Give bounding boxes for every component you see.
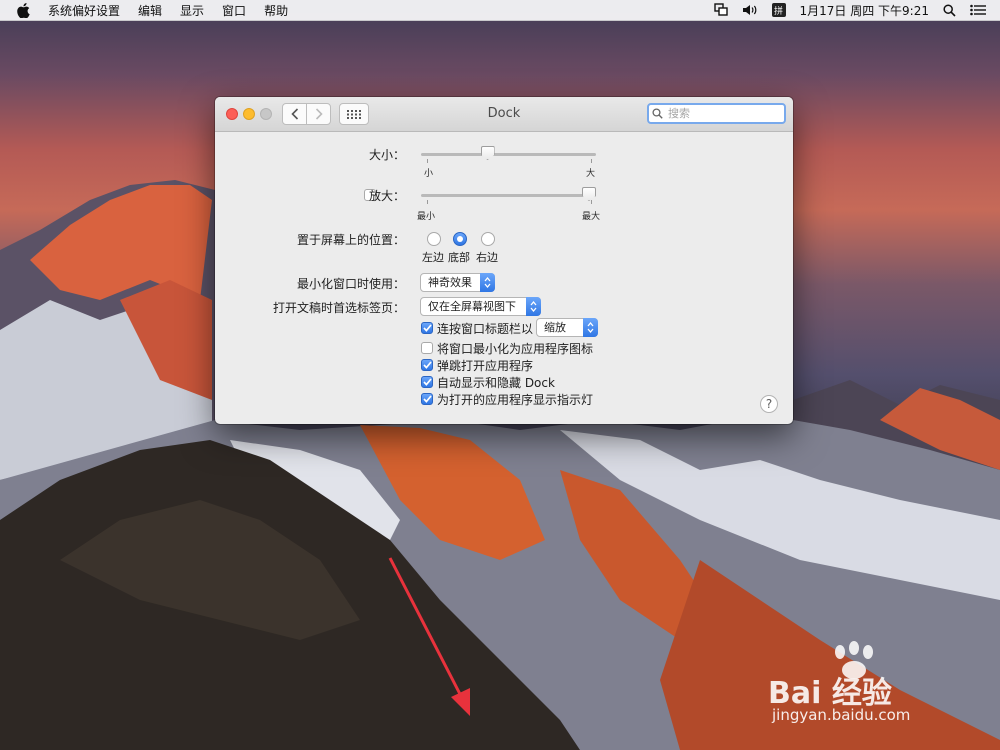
updown-arrows-icon <box>583 318 598 337</box>
show-indicators-checkbox[interactable] <box>421 393 433 405</box>
magnification-tick-max <box>591 200 592 204</box>
apple-menu-icon[interactable] <box>14 1 32 19</box>
menu-edit[interactable]: 编辑 <box>138 2 162 19</box>
size-max-label: 大 <box>586 169 596 179</box>
back-button[interactable] <box>282 103 307 125</box>
minimize-button[interactable] <box>243 108 255 120</box>
menu-help[interactable]: 帮助 <box>264 2 288 19</box>
spotlight-search-icon[interactable] <box>943 3 956 17</box>
close-button[interactable] <box>226 108 238 120</box>
dock-preferences-window: Dock 大小： 小 大 放大： 最小 最大 置于屏幕上的位置： 左边 底部 <box>215 97 793 424</box>
position-label: 置于屏幕上的位置： <box>296 233 405 247</box>
position-right-radio[interactable] <box>481 232 495 246</box>
show-indicators-label: 为打开的应用程序显示指示灯 <box>437 393 594 407</box>
input-method-badge[interactable]: 拼 <box>771 3 786 17</box>
watermark-url: jingyan.baidu.com <box>772 706 911 724</box>
forward-button[interactable] <box>306 103 331 125</box>
preferences-pane: 大小： 小 大 放大： 最小 最大 置于屏幕上的位置： 左边 底部 右边 最小化… <box>215 132 793 424</box>
updown-arrows-icon <box>526 297 541 316</box>
position-bottom-label: 底部 <box>448 251 470 264</box>
menu-window[interactable]: 窗口 <box>222 2 246 19</box>
chevron-right-icon <box>315 108 323 120</box>
position-right-label: 右边 <box>476 251 498 264</box>
menu-view[interactable]: 显示 <box>180 2 204 19</box>
search-field[interactable] <box>647 103 786 124</box>
magnification-label: 放大： <box>368 189 405 203</box>
position-left-label: 左边 <box>422 251 444 264</box>
menu-datetime[interactable]: 1月17日 周四 下午9:21 <box>800 2 929 19</box>
menu-app-name[interactable]: 系统偏好设置 <box>48 2 120 19</box>
autohide-dock-label: 自动显示和隐藏 Dock <box>437 376 555 390</box>
double-click-label: 连按窗口标题栏以 <box>437 322 534 336</box>
size-slider-track[interactable] <box>421 153 596 156</box>
double-click-action-value: 缩放 <box>544 321 566 334</box>
prefer-tabs-popup[interactable]: 仅在全屏幕视图下 <box>420 297 541 316</box>
updown-arrows-icon <box>480 273 495 292</box>
double-click-action-popup[interactable]: 缩放 <box>536 318 598 337</box>
size-tick-min <box>427 159 428 163</box>
size-slider-thumb[interactable] <box>480 146 495 160</box>
window-titlebar[interactable]: Dock <box>215 97 793 132</box>
minimize-into-app-checkbox[interactable] <box>421 342 433 354</box>
search-icon <box>652 107 666 121</box>
zoom-button[interactable] <box>260 108 272 120</box>
minimize-effect-value: 神奇效果 <box>428 276 472 289</box>
grid-icon <box>347 109 361 119</box>
minimize-into-app-label: 将窗口最小化为应用程序图标 <box>437 342 594 356</box>
animate-opening-label: 弹跳打开应用程序 <box>437 359 534 373</box>
minimize-effect-popup[interactable]: 神奇效果 <box>420 273 495 292</box>
size-label: 大小： <box>368 148 405 162</box>
animate-opening-checkbox[interactable] <box>421 359 433 371</box>
show-all-button[interactable] <box>339 103 369 125</box>
volume-icon[interactable] <box>742 4 758 16</box>
notification-center-icon[interactable] <box>970 4 986 16</box>
magnification-min-label: 最小 <box>417 212 436 222</box>
menu-bar: 系统偏好设置 编辑 显示 窗口 帮助 拼 1月17日 周四 下午9:21 <box>0 0 1000 21</box>
magnification-slider-track[interactable] <box>421 194 596 197</box>
autohide-dock-checkbox[interactable] <box>421 376 433 388</box>
menu-extras: 拼 1月17日 周四 下午9:21 <box>713 0 1000 20</box>
prefer-tabs-value: 仅在全屏幕视图下 <box>428 300 516 313</box>
position-bottom-radio[interactable] <box>453 232 467 246</box>
chevron-left-icon <box>290 108 298 120</box>
size-min-label: 小 <box>424 169 434 179</box>
magnification-tick-min <box>427 200 428 204</box>
magnification-slider-thumb[interactable] <box>582 187 596 201</box>
search-input[interactable] <box>666 105 778 122</box>
magnification-max-label: 最大 <box>582 212 601 222</box>
prefer-tabs-label: 打开文稿时首选标签页： <box>272 301 405 315</box>
minimize-effect-label: 最小化窗口时使用： <box>296 277 405 291</box>
position-left-radio[interactable] <box>427 232 441 246</box>
help-button[interactable]: ? <box>760 395 778 413</box>
screen-mirroring-icon[interactable] <box>713 3 728 17</box>
baidu-jingyan-watermark: Bai 经验 jingyan.baidu.com <box>760 640 960 730</box>
size-tick-max <box>591 159 592 163</box>
double-click-checkbox[interactable] <box>421 322 433 334</box>
